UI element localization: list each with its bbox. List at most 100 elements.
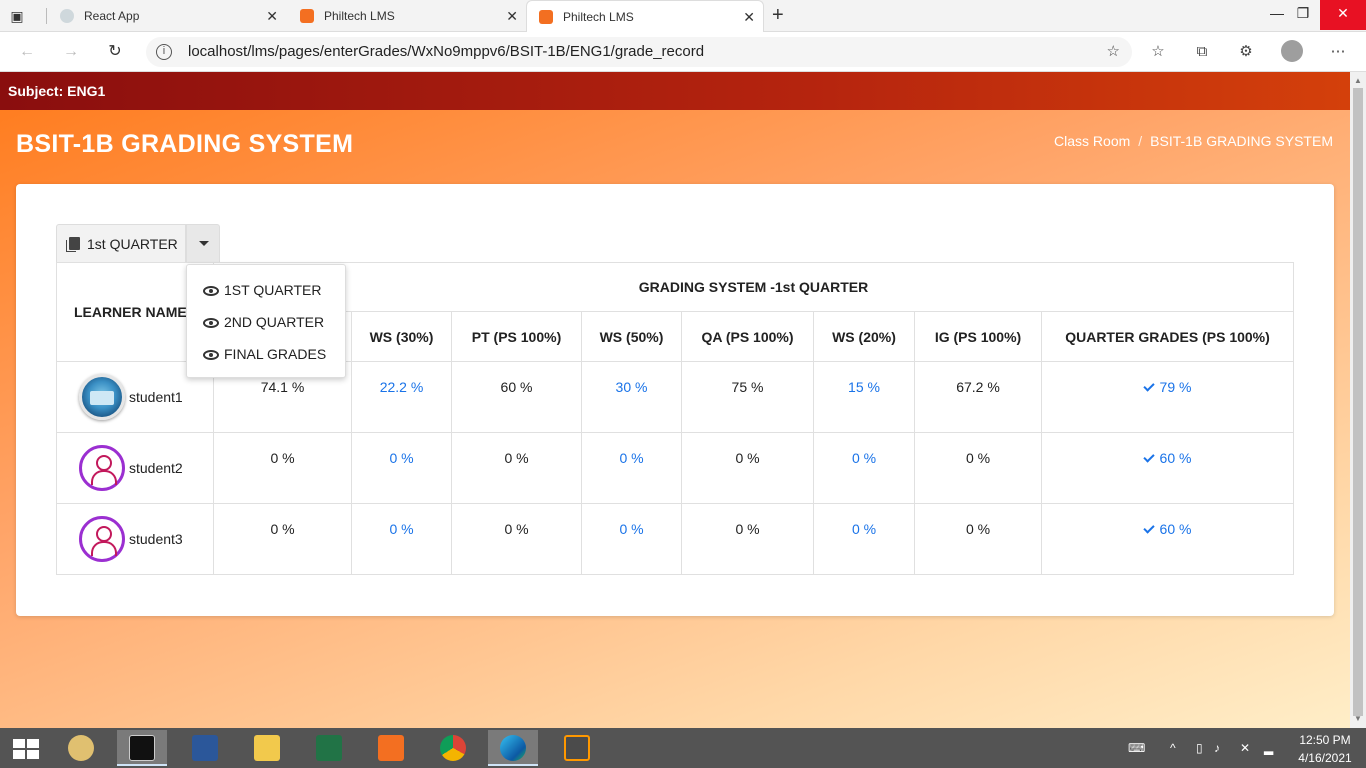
check-icon xyxy=(1142,522,1155,534)
quarter-button[interactable]: 1st QUARTER xyxy=(56,224,186,262)
keyboard-icon[interactable]: ⌨ xyxy=(1128,742,1145,754)
grade-cell: 0 % xyxy=(914,432,1042,504)
tab-label: Philtech LMS xyxy=(563,10,634,24)
learner-name: student2 xyxy=(129,460,183,476)
browser-tab[interactable]: Philtech LMS ✕ xyxy=(288,0,526,32)
forward-icon[interactable]: → xyxy=(60,41,82,63)
windows-icon xyxy=(13,739,39,759)
window-close-icon[interactable]: ✕ xyxy=(1320,0,1366,30)
scroll-up-icon[interactable]: ▲ xyxy=(1354,76,1362,85)
back-icon[interactable]: ← xyxy=(16,41,38,63)
weighted-score-cell: 0 % xyxy=(581,503,682,575)
weighted-score-cell: 0 % xyxy=(813,503,915,575)
clock-date: 4/16/2021 xyxy=(1298,751,1352,765)
tab-separator xyxy=(46,8,47,24)
learner-name: student3 xyxy=(129,531,183,547)
edge-icon xyxy=(500,735,526,761)
signal-icon[interactable]: ▂ xyxy=(1264,742,1273,754)
menu-item-2nd-quarter[interactable]: 2ND QUARTER xyxy=(203,311,324,333)
column-header: PT (PS 100%) xyxy=(451,311,582,362)
taskbar-explorer[interactable] xyxy=(242,730,292,766)
tab-actions-icon[interactable]: ▣ xyxy=(8,7,26,25)
tab-label: React App xyxy=(84,9,140,23)
network-error-icon[interactable]: ✕ xyxy=(1240,742,1250,754)
volume-icon[interactable]: ♪ xyxy=(1214,742,1220,754)
scrollbar-thumb[interactable] xyxy=(1353,88,1363,716)
chevron-up-icon[interactable]: ^ xyxy=(1170,742,1176,754)
column-header: WS (50%) xyxy=(581,311,682,362)
grade-cell: 0 % xyxy=(213,503,352,575)
weighted-score-cell: 22.2 % xyxy=(351,361,452,433)
breadcrumb-link-classroom[interactable]: Class Room xyxy=(1054,133,1130,149)
chrome-icon xyxy=(440,735,466,761)
quarter-grade-cell: 60 % xyxy=(1041,432,1294,504)
new-tab-icon[interactable]: + xyxy=(772,4,784,26)
taskbar-paint[interactable] xyxy=(56,730,106,766)
collections-icon[interactable]: ⧉ xyxy=(1191,41,1213,63)
quarter-grade-value: 60 % xyxy=(1159,521,1192,537)
close-icon[interactable]: ✕ xyxy=(743,1,755,33)
url-text[interactable]: localhost/lms/pages/enterGrades/WxNo9mpp… xyxy=(188,43,704,60)
battery-icon[interactable]: ▯ xyxy=(1196,742,1203,754)
grade-cell: 0 % xyxy=(914,503,1042,575)
scroll-down-icon[interactable]: ▼ xyxy=(1354,714,1362,723)
refresh-icon[interactable]: ↻ xyxy=(104,41,126,63)
paint-icon xyxy=(68,735,94,761)
menu-item-final-grades[interactable]: FINAL GRADES xyxy=(203,343,326,365)
browser-tab-active[interactable]: Philtech LMS ✕ xyxy=(526,0,764,32)
quarter-button-label: 1st QUARTER xyxy=(87,236,178,252)
close-icon[interactable]: ✕ xyxy=(266,0,278,32)
taskbar-edge[interactable] xyxy=(488,730,538,766)
learner-cell: student3 xyxy=(56,503,214,575)
eye-icon xyxy=(203,286,219,297)
column-header: IG (PS 100%) xyxy=(914,311,1042,362)
check-icon xyxy=(1142,380,1155,392)
menu-item-label: FINAL GRADES xyxy=(224,346,327,362)
weighted-score-cell: 0 % xyxy=(813,432,915,504)
extensions-icon[interactable]: ⚙ xyxy=(1235,41,1257,63)
page-scrollbar[interactable]: ▲ ▼ xyxy=(1350,72,1366,728)
weighted-score-cell: 0 % xyxy=(351,432,452,504)
quarter-grade-cell: 79 % xyxy=(1041,361,1294,433)
grade-cell: 67.2 % xyxy=(914,361,1042,433)
caret-down-icon xyxy=(199,241,209,246)
eye-icon xyxy=(203,318,219,329)
taskbar-xampp[interactable] xyxy=(366,730,416,766)
page-content: Subject: ENG1 BSIT-1B GRADING SYSTEM Cla… xyxy=(0,72,1350,728)
profile-icon[interactable] xyxy=(1281,40,1303,62)
weighted-score-cell: 0 % xyxy=(351,503,452,575)
column-header: WS (30%) xyxy=(351,311,452,362)
column-header: QA (PS 100%) xyxy=(681,311,814,362)
add-favorite-icon[interactable]: ☆ xyxy=(1107,42,1120,60)
sublime-icon xyxy=(564,735,590,761)
taskbar-sublime[interactable] xyxy=(552,730,602,766)
info-icon[interactable]: i xyxy=(156,44,172,60)
xampp-icon xyxy=(378,735,404,761)
table-row: student3 0 % 0 % 0 % 0 % 0 % 0 % 0 % 60 … xyxy=(56,503,1294,575)
table-row: student2 0 % 0 % 0 % 0 % 0 % 0 % 0 % 60 … xyxy=(56,432,1294,504)
menu-item-1st-quarter[interactable]: 1ST QUARTER xyxy=(203,279,322,301)
quarter-dropdown-toggle[interactable] xyxy=(186,224,220,262)
more-icon[interactable]: ⋯ xyxy=(1327,41,1349,63)
column-header: QUARTER GRADES (PS 100%) xyxy=(1041,311,1294,362)
taskbar-word[interactable] xyxy=(180,730,230,766)
close-icon[interactable]: ✕ xyxy=(506,0,518,32)
taskbar-cmd[interactable] xyxy=(117,730,167,766)
avatar xyxy=(79,445,125,491)
word-icon xyxy=(192,735,218,761)
clock[interactable]: 12:50 PM 4/16/2021 xyxy=(1290,728,1360,768)
eye-icon xyxy=(203,350,219,361)
taskbar-excel[interactable] xyxy=(304,730,354,766)
browser-tab[interactable]: React App ✕ xyxy=(48,0,286,32)
address-bar[interactable]: i localhost/lms/pages/enterGrades/WxNo9m… xyxy=(146,37,1132,67)
xampp-icon xyxy=(300,9,314,23)
menu-item-label: 2ND QUARTER xyxy=(224,314,325,330)
grade-cell: 0 % xyxy=(681,432,814,504)
page-title: BSIT-1B GRADING SYSTEM xyxy=(16,130,354,158)
subject-bar: Subject: ENG1 xyxy=(0,72,1350,110)
react-icon xyxy=(60,9,74,23)
start-button[interactable] xyxy=(0,728,52,768)
favorites-icon[interactable]: ☆ xyxy=(1147,41,1169,63)
weighted-score-cell: 0 % xyxy=(581,432,682,504)
taskbar-chrome[interactable] xyxy=(428,730,478,766)
